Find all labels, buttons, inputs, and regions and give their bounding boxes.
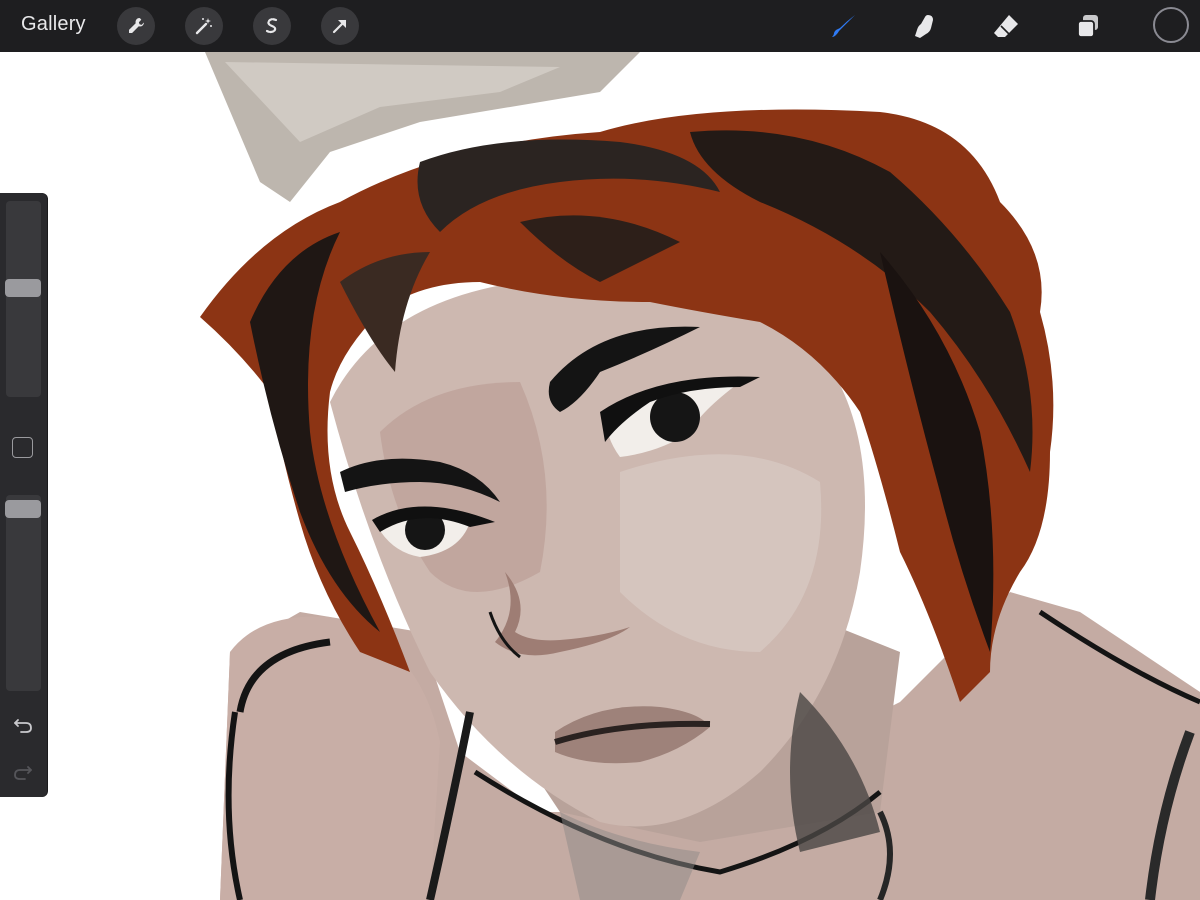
eraser-tool[interactable] [989,9,1023,43]
arrow-cursor-icon [332,19,347,34]
brush-size-slider[interactable] [5,201,41,397]
magic-wand-icon [195,18,212,35]
transform-button[interactable] [321,7,359,45]
undo-arrow-icon [14,719,32,733]
redo-button[interactable] [12,761,34,783]
gallery-button[interactable]: Gallery [21,13,86,36]
left-sidebar [0,193,47,797]
undo-button[interactable] [12,714,34,736]
top-toolbar: Gallery [0,0,1200,52]
brush-size-thumb[interactable] [5,279,41,297]
redo-arrow-icon [14,766,32,780]
color-swatch[interactable] [1153,7,1189,43]
layers-icon [1077,15,1098,38]
selection-button[interactable] [253,7,291,45]
brush-icon [832,15,855,37]
eraser-icon [994,15,1018,37]
painting [0,52,1200,900]
modifier-button[interactable] [12,437,33,458]
layers-tool[interactable] [1071,9,1105,43]
brush-opacity-thumb[interactable] [5,500,41,518]
wrench-icon [129,18,144,33]
procreate-app: Gallery [0,0,1200,900]
brush-opacity-slider[interactable] [5,495,41,691]
brush-tool[interactable] [827,9,861,43]
actions-button[interactable] [117,7,155,45]
smudge-finger-icon [915,15,933,38]
drawing-canvas[interactable] [0,52,1200,900]
adjustments-button[interactable] [185,7,223,45]
selection-s-icon [265,18,278,34]
smudge-tool[interactable] [907,9,941,43]
